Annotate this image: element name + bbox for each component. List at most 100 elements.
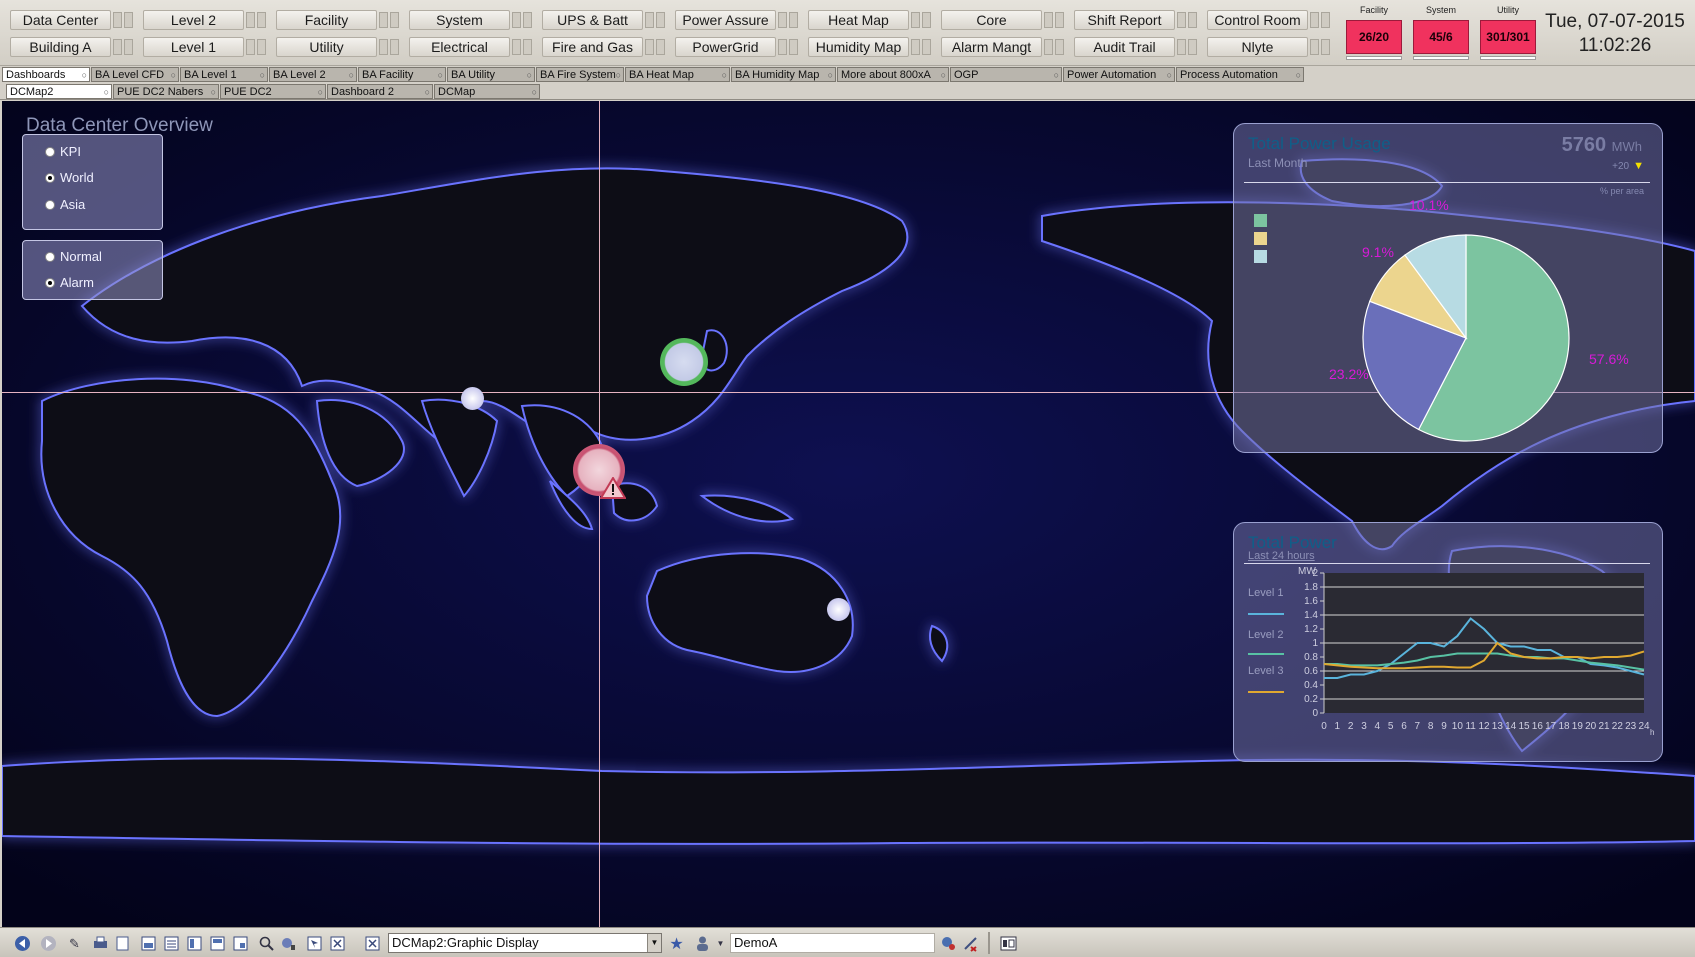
nav-button-utility[interactable]: Utility [276,36,399,58]
tab-ba-facility[interactable]: BA Facility ○ [358,67,446,82]
nav-button-level-2[interactable]: Level 2 [143,9,266,31]
layout-icon-4[interactable] [209,935,226,952]
kpi-facility[interactable]: Facility 26/20 [1346,4,1402,62]
tab-more-about-800xa[interactable]: More about 800xA ○ [837,67,949,82]
star-icon[interactable]: ★ [668,935,685,953]
radio-asia-dot[interactable] [45,199,55,210]
tab-close-icon[interactable]: ○ [260,68,265,81]
nav-button-ups-batt[interactable]: UPS & Batt [542,9,665,31]
radio-alarm-dot[interactable] [45,277,55,288]
nav-button-alarm-mangt[interactable]: Alarm Mangt [941,36,1064,58]
document-icon[interactable] [114,935,131,952]
tab-dashboard-2[interactable]: Dashboard 2 ○ [327,84,433,99]
kpi-system[interactable]: System 45/6 [1413,4,1469,62]
tab-pue-dc2[interactable]: PUE DC2 ○ [220,84,326,99]
tab-ba-utility[interactable]: BA Utility ○ [447,67,535,82]
select-icon[interactable] [306,935,323,952]
settings-icon[interactable] [962,935,979,952]
nav-button-data-center[interactable]: Data Center [10,9,133,31]
tab-close-icon[interactable]: ○ [425,85,430,98]
radio-world[interactable]: World [45,170,94,185]
tab-close-icon[interactable]: ○ [104,85,109,98]
nav-button-powergrid[interactable]: PowerGrid [675,36,798,58]
nav-button-core[interactable]: Core [941,9,1064,31]
nav-button-nlyte[interactable]: Nlyte [1207,36,1330,58]
tab-power-automation[interactable]: Power Automation ○ [1063,67,1175,82]
nav-button-level-1[interactable]: Level 1 [143,36,266,58]
tab-process-automation[interactable]: Process Automation ○ [1176,67,1304,82]
nav-button-label: Electrical [409,37,510,57]
close-all-icon[interactable] [364,935,381,952]
radio-alarm[interactable]: Alarm [45,275,94,290]
tab-close-icon[interactable]: ○ [349,68,354,81]
search-icon[interactable] [258,935,275,952]
tab-ba-humidity-map[interactable]: BA Humidity Map ○ [731,67,836,82]
chevron-down-icon[interactable]: ▼ [647,934,661,952]
layout-icon-2[interactable] [163,935,180,952]
nav-button-audit-trail[interactable]: Audit Trail [1074,36,1197,58]
site-australia[interactable] [827,598,850,621]
tab-close-icon[interactable]: ○ [1054,68,1059,81]
radio-asia[interactable]: Asia [45,197,85,212]
nav-button-heat-map[interactable]: Heat Map [808,9,931,31]
tab-ba-fire-system[interactable]: BA Fire System ○ [536,67,624,82]
x-tick-label: 22 [1612,721,1624,732]
display-mode-icon[interactable] [1000,935,1017,952]
nav-button-humidity-map[interactable]: Humidity Map [808,36,931,58]
nav-button-system[interactable]: System [409,9,532,31]
display-selector[interactable]: DCMap2:Graphic Display ▼ [388,933,662,953]
print-icon[interactable] [92,935,109,952]
nav-button-shift-report[interactable]: Shift Report [1074,9,1197,31]
tab-close-icon[interactable]: ○ [438,68,443,81]
tab-close-icon[interactable]: ○ [828,68,833,81]
layout-icon-1[interactable] [140,935,157,952]
radio-kpi[interactable]: KPI [45,144,81,159]
nav-button-fire-and-gas[interactable]: Fire and Gas [542,36,665,58]
tab-close-icon[interactable]: ○ [318,85,323,98]
tools-icon[interactable] [280,935,297,952]
back-icon[interactable] [14,935,31,952]
tab-dcmap2[interactable]: DCMap2 ○ [6,84,112,99]
tab-close-icon[interactable]: ○ [82,68,87,81]
tab-ba-level-1[interactable]: BA Level 1 ○ [180,67,268,82]
layout-icon-5[interactable] [232,935,249,952]
tab-pue-dc2-nabers[interactable]: PUE DC2 Nabers ○ [113,84,219,99]
tab-ba-level-cfd[interactable]: BA Level CFD ○ [91,67,179,82]
tab-ba-heat-map[interactable]: BA Heat Map ○ [625,67,730,82]
map-view[interactable]: Data Center Overview KPI World Asia Norm… [2,101,1695,927]
tab-close-icon[interactable]: ○ [941,68,946,81]
tab-ba-level-2[interactable]: BA Level 2 ○ [269,67,357,82]
tab-close-icon[interactable]: ○ [171,68,176,81]
nav-button-control-room[interactable]: Control Room [1207,9,1330,31]
radio-normal[interactable]: Normal [45,249,102,264]
radio-kpi-dot[interactable] [45,146,55,157]
kpi-utility[interactable]: Utility 301/301 [1480,4,1536,62]
layout-icon-3[interactable] [186,935,203,952]
alarm-warning-icon[interactable] [600,477,626,499]
nav-button-power-assure[interactable]: Power Assure [675,9,798,31]
tab-close-icon[interactable]: ○ [211,85,216,98]
tab-close-icon[interactable]: ○ [722,68,727,81]
forward-icon[interactable] [40,935,57,952]
user-field[interactable]: DemoA [730,933,935,953]
site-india[interactable] [461,387,484,410]
user-dropdown-icon[interactable]: ▼ [712,935,729,952]
nav-button-facility[interactable]: Facility [276,9,399,31]
tab-close-icon[interactable]: ○ [1167,68,1172,81]
tab-ogp[interactable]: OGP ○ [950,67,1062,82]
user-icon[interactable] [694,935,711,952]
tab-close-icon[interactable]: ○ [527,68,532,81]
close-window-icon[interactable] [329,935,346,952]
tab-close-icon[interactable]: ○ [532,85,537,98]
nav-button-building-a[interactable]: Building A [10,36,133,58]
network-icon[interactable] [940,935,957,952]
tab-close-icon[interactable]: ○ [1296,68,1301,81]
tab-dashboards[interactable]: Dashboards ○ [2,67,90,82]
tab-close-icon[interactable]: ○ [616,68,621,81]
radio-world-dot[interactable] [45,172,55,183]
nav-button-electrical[interactable]: Electrical [409,36,532,58]
pin-icon[interactable]: ✎ [66,935,83,952]
tab-dcmap[interactable]: DCMap ○ [434,84,540,99]
radio-normal-dot[interactable] [45,251,55,262]
site-china[interactable] [660,338,708,386]
